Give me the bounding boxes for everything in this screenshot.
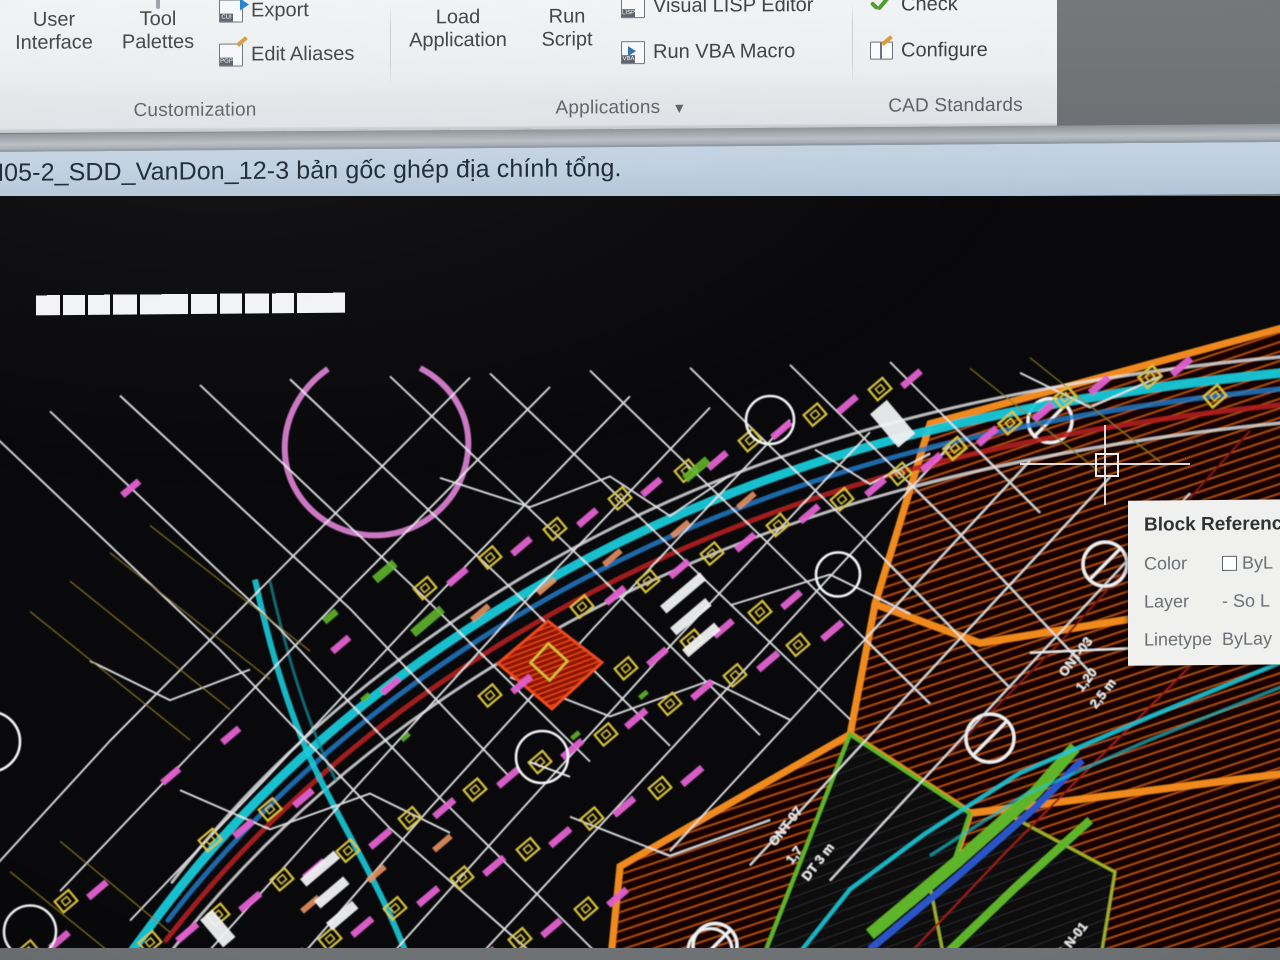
crosshair-cursor bbox=[1020, 425, 1190, 505]
panel-title-applications[interactable]: Applications ▼ bbox=[392, 89, 850, 128]
run-vba-macro-button[interactable]: VBA Run VBA Macro bbox=[620, 39, 795, 64]
tooltip-key-color: Color bbox=[1144, 553, 1222, 575]
check-button[interactable]: Check bbox=[868, 0, 958, 17]
run-script-label-line2: Script bbox=[541, 28, 592, 50]
user-interface-label-line2: Interface bbox=[15, 31, 93, 53]
monitor-photo: User Interface Tool Palettes CUI Export bbox=[0, 0, 1280, 960]
scale-bar-segment bbox=[63, 295, 85, 315]
ribbon-panel-cad-standards: Check Configure CAD Standards bbox=[854, 0, 1057, 89]
cui-export-icon: CUI bbox=[218, 0, 244, 23]
edit-aliases-icon: PGP bbox=[218, 43, 244, 67]
ribbon-panel-customization: User Interface Tool Palettes CUI Export bbox=[0, 0, 390, 94]
scale-bar-segment bbox=[36, 295, 60, 315]
scale-bar-segment bbox=[140, 294, 188, 314]
tooltip-row-layer: Layer - So L bbox=[1144, 590, 1280, 612]
tooltip-value-color-text: ByL bbox=[1242, 552, 1273, 573]
tooltip-title: Block Reference bbox=[1144, 513, 1280, 536]
visual-lisp-editor-icon: LISP bbox=[620, 0, 646, 18]
run-script-icon bbox=[524, 0, 610, 5]
cui-icon bbox=[6, 0, 102, 8]
tool-palettes-button[interactable]: Tool Palettes bbox=[108, 0, 208, 54]
pickbox-icon bbox=[1095, 453, 1119, 477]
panel-divider-2 bbox=[852, 1, 853, 85]
ribbon-manage-tab: User Interface Tool Palettes CUI Export bbox=[0, 0, 1057, 132]
edit-aliases-label: Edit Aliases bbox=[251, 42, 354, 66]
load-application-label-line2: Application bbox=[409, 29, 507, 52]
chevron-down-icon[interactable]: ▼ bbox=[672, 100, 686, 116]
panel-title-customization: Customization bbox=[0, 92, 390, 130]
scale-bar-segment bbox=[191, 294, 217, 314]
run-vba-macro-icon: VBA bbox=[620, 40, 646, 64]
tooltip-key-layer: Layer bbox=[1144, 591, 1222, 613]
ribbon-empty-area bbox=[1057, 0, 1280, 132]
run-vba-macro-label: Run VBA Macro bbox=[653, 40, 795, 64]
load-application-label-line1: Load bbox=[436, 6, 481, 28]
scale-bar-segment bbox=[245, 293, 269, 313]
user-interface-button[interactable]: User Interface bbox=[6, 0, 102, 55]
tool-palettes-icon bbox=[108, 0, 208, 7]
scale-bar bbox=[36, 293, 345, 316]
export-label: Export bbox=[251, 0, 309, 22]
tool-palettes-label-line2: Palettes bbox=[122, 31, 194, 53]
color-swatch-icon bbox=[1222, 556, 1237, 571]
scale-bar-segment bbox=[88, 295, 110, 315]
tooltip-value-layer: - So L bbox=[1222, 591, 1270, 612]
visual-lisp-editor-button[interactable]: LISP Visual LISP Editor bbox=[620, 0, 813, 18]
check-icon bbox=[868, 0, 894, 17]
tooltip-row-linetype: Linetype ByLay bbox=[1144, 628, 1280, 650]
scale-bar-segment bbox=[272, 293, 294, 313]
scale-bar-segment bbox=[297, 293, 345, 313]
edit-aliases-button[interactable]: PGP Edit Aliases bbox=[218, 42, 354, 67]
scale-bar-segment bbox=[220, 294, 242, 314]
configure-label: Configure bbox=[901, 38, 988, 62]
panel-title-applications-label: Applications bbox=[556, 97, 661, 120]
panel-title-cad-standards: CAD Standards bbox=[854, 88, 1057, 125]
configure-icon bbox=[868, 39, 894, 63]
document-tab-title[interactable]: H05-2_SDD_VanDon_12-3 bản gốc ghép địa c… bbox=[0, 154, 622, 188]
tooltip-value-linetype: ByLay bbox=[1222, 629, 1272, 650]
visual-lisp-editor-label: Visual LISP Editor bbox=[653, 0, 813, 18]
run-script-button[interactable]: Run Script bbox=[524, 0, 610, 52]
scale-bar-segment bbox=[113, 294, 137, 314]
tooltip-value-color: ByL bbox=[1222, 552, 1273, 573]
block-reference-tooltip: Block Reference Color ByL Layer - So L L… bbox=[1128, 499, 1280, 666]
configure-button[interactable]: Configure bbox=[868, 38, 988, 63]
panel-divider-1 bbox=[390, 4, 391, 88]
ribbon-panel-applications: Load Application Run Script LISP Visual … bbox=[392, 0, 850, 92]
user-interface-label-line1: User bbox=[33, 9, 75, 31]
export-button[interactable]: CUI Export bbox=[218, 0, 309, 23]
load-application-icon bbox=[398, 0, 518, 6]
check-label: Check bbox=[901, 0, 958, 16]
run-script-label-line1: Run bbox=[549, 5, 586, 27]
load-application-button[interactable]: Load Application bbox=[398, 0, 518, 53]
tooltip-key-linetype: Linetype bbox=[1144, 629, 1222, 651]
tooltip-row-color: Color ByL bbox=[1144, 552, 1280, 574]
document-tab-bar[interactable]: H05-2_SDD_VanDon_12-3 bản gốc ghép địa c… bbox=[0, 140, 1280, 204]
tool-palettes-label-line1: Tool bbox=[140, 8, 177, 30]
